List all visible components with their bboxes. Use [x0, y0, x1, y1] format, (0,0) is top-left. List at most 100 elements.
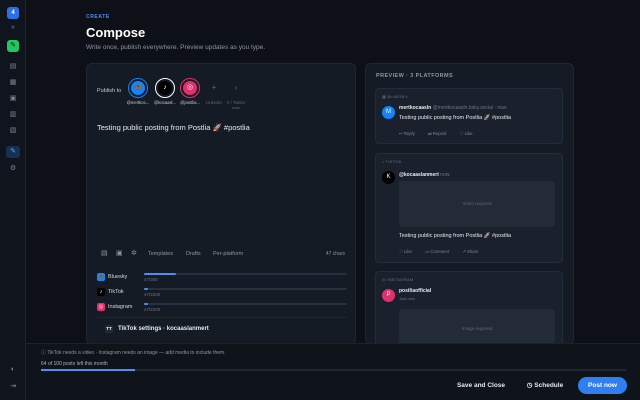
preview-author: postliaofficial [399, 288, 432, 294]
preview-card-instagram: ◎ INSTAGRAM P postliaofficial Just now I… [375, 271, 563, 344]
compose-panel: Publish to 🦋 @mertkoc... ♪ @kocaasl... ◎… [86, 63, 356, 345]
char-limit-count: 47/2200 [144, 292, 161, 297]
post-textarea[interactable]: Testing public posting from Postlia 🚀 #p… [97, 123, 250, 132]
char-count: 47 chars [325, 251, 345, 257]
account-avatar: ♪ [155, 78, 175, 98]
like-action: ♡ Like [459, 131, 473, 136]
char-limit-fill [144, 288, 149, 290]
video-placeholder: Video required [399, 181, 555, 227]
publish-to-label: Publish to [97, 88, 122, 94]
char-limit-bar [144, 303, 347, 305]
platform-label: TikTok [108, 289, 124, 295]
sidebar: 4 » ✎ ▤ ▦ ▣ ▥ ▧ ✎ ⚙ ◐ ⇥ [0, 0, 26, 400]
coming-soon-label: soon [231, 105, 241, 110]
compose-toolbar: ▤ ▣ ✲ Templates Drafts Per-platform 47 c… [97, 249, 347, 261]
preview-text: Testing public posting from Postlia 🚀 #p… [399, 233, 512, 239]
theme-icon[interactable]: ◐ [8, 366, 18, 373]
preview-platform-label: ◎ INSTAGRAM [382, 277, 414, 282]
collapse-icon[interactable]: » [8, 23, 18, 33]
quota-fill [41, 369, 135, 371]
platform-label: Bluesky [108, 274, 128, 280]
save-and-close-button[interactable]: Save and Close [451, 377, 511, 394]
post-now-button[interactable]: Post now [578, 377, 627, 394]
drafts-button[interactable]: Drafts [186, 251, 201, 257]
avatar: K [382, 171, 395, 184]
account-handle: @kocaasl... [154, 100, 176, 105]
account-avatar: 🦋 [128, 78, 148, 98]
analytics-icon[interactable]: ▥ [8, 110, 18, 120]
char-limit-bar [144, 288, 347, 290]
settings-icon[interactable]: ⚙ [8, 164, 18, 174]
app-logo[interactable]: 4 [7, 7, 19, 19]
like-action: ♡ Like [399, 249, 412, 254]
platform-row-instagram: ◎ Instagram 47/2200 [97, 303, 347, 317]
page-subtitle: Write once, publish everywhere. Preview … [86, 44, 266, 51]
video-icon[interactable]: ▣ [116, 250, 124, 258]
ai-sparkle-icon[interactable]: ✲ [131, 250, 139, 258]
posts-icon[interactable]: ▤ [8, 62, 18, 72]
preview-heading: PREVIEW · 3 PLATFORMS [376, 73, 454, 79]
preview-actions: ♡ Like ▭ Comment ↗ Share [399, 249, 491, 255]
preview-author: mertkocaasln @mertkocaasln.bsky.social ·… [399, 105, 507, 111]
account-avatar: › [226, 78, 246, 98]
platform-row-bluesky: 🦋 Bluesky 47/300 [97, 273, 347, 287]
char-limit-count: 47/2200 [144, 307, 161, 312]
char-limit-bar [144, 273, 347, 275]
tiktok-settings-title: TikTok settings · kocaaslanmert [118, 326, 209, 332]
image-placeholder: Image required [399, 309, 555, 344]
tiktok-icon: ♪ [158, 81, 172, 95]
share-action: ↗ Share [462, 249, 479, 254]
page-title: Compose [86, 25, 146, 40]
account-tiktok[interactable]: ♪ @kocaasl... [154, 78, 176, 105]
account-twitter: › X / Twitter soon [225, 78, 247, 110]
preview-text: Testing public posting from Postlia 🚀 #p… [399, 115, 512, 121]
tiktok-icon: ♪ [97, 288, 105, 296]
tiktok-icon: TT [105, 325, 113, 333]
quota-bar [41, 369, 626, 371]
chevron-right-icon: › [234, 83, 238, 92]
preview-timestamp: Just now [399, 296, 415, 301]
media-warning: ⓘ TikTok needs a video · Instagram needs… [41, 350, 226, 356]
char-limit-fill [144, 273, 176, 275]
comment-action: ▭ Comment [425, 249, 450, 254]
account-handle: @postlia... [180, 100, 200, 105]
account-avatar: ◎ [180, 78, 200, 98]
char-limit-fill [144, 303, 149, 305]
templates-button[interactable]: Templates [148, 251, 173, 257]
plus-icon: + [211, 83, 217, 92]
account-linkedin: + LinkedIn [203, 78, 225, 105]
inbox-icon[interactable]: ▧ [8, 126, 18, 136]
schedule-button[interactable]: ◷ Schedule [521, 377, 569, 394]
preview-platform-label: ▦ BLUESKY [382, 94, 409, 99]
bluesky-icon: 🦋 [131, 81, 145, 95]
preview-card-tiktok: ♪ TIKTOK K @kocaaslanmert now Video requ… [375, 153, 563, 263]
account-avatar: + [204, 78, 224, 98]
tiktok-settings-section[interactable]: TT TikTok settings · kocaaslanmert [97, 317, 347, 339]
bluesky-icon: 🦋 [97, 273, 105, 281]
page-eyebrow: CREATE [86, 14, 110, 20]
footer-bar: ⓘ TikTok needs a video · Instagram needs… [26, 343, 640, 400]
platform-label: Instagram [108, 304, 133, 310]
instagram-icon: ◎ [183, 81, 197, 95]
avatar: M [382, 106, 395, 119]
avatar: P [382, 289, 395, 302]
image-icon[interactable]: ▤ [101, 250, 109, 258]
calendar-icon[interactable]: ▦ [8, 78, 18, 88]
reply-action: ↩ Reply [399, 131, 415, 136]
compose-icon[interactable]: ✎ [7, 40, 19, 52]
logout-icon[interactable]: ⇥ [8, 382, 18, 390]
preview-actions: ↩ Reply ⇄ Repost ♡ Like [399, 131, 485, 137]
edit-icon[interactable]: ✎ [6, 146, 20, 158]
media-icon[interactable]: ▣ [8, 94, 18, 104]
account-instagram[interactable]: ◎ @postlia... [179, 78, 201, 105]
quota-text: 64 of 100 posts left this month [41, 361, 108, 367]
repost-action: ⇄ Repost [428, 131, 447, 136]
char-limit-count: 47/300 [144, 277, 158, 282]
instagram-icon: ◎ [97, 303, 105, 311]
platform-row-tiktok: ♪ TikTok 47/2200 [97, 288, 347, 302]
account-bluesky[interactable]: 🦋 @mertkoc... [127, 78, 149, 105]
account-handle: @mertkoc... [126, 100, 150, 105]
preview-card-bluesky: ▦ BLUESKY M mertkocaasln @mertkocaasln.b… [375, 88, 563, 144]
per-platform-button[interactable]: Per-platform [213, 251, 243, 257]
preview-author: @kocaaslanmert now [399, 172, 450, 178]
